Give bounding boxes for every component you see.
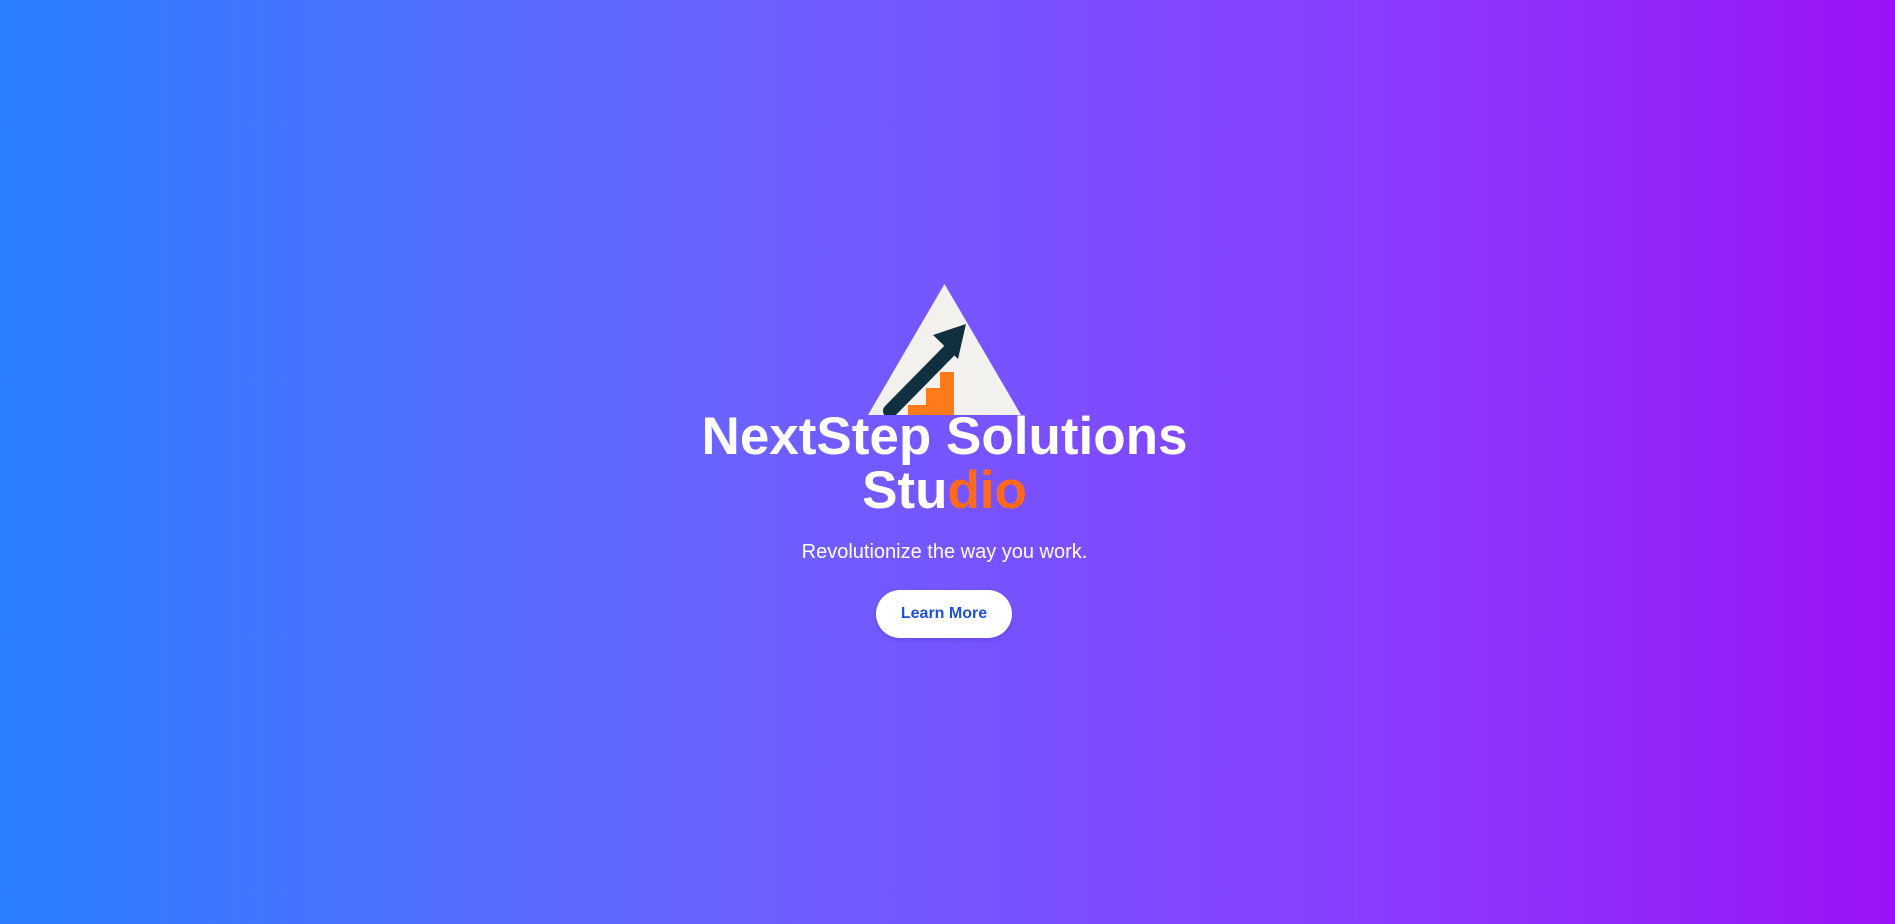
title-word-accent: dio [947,461,1027,520]
learn-more-button[interactable]: Learn More [876,590,1012,638]
rising-arrow-triangle-icon [868,284,1021,415]
title-line-2: Studio [0,464,1889,518]
hero-tagline: Revolutionize the way you work. [801,541,1088,563]
hero-title: NextStep Solutions Studio [0,410,1889,518]
title-word-white: Stu [862,461,948,520]
hero-section: NextStep Solutions Studio Revolutionize … [0,0,1895,924]
title-line-1: NextStep Solutions [701,407,1188,466]
